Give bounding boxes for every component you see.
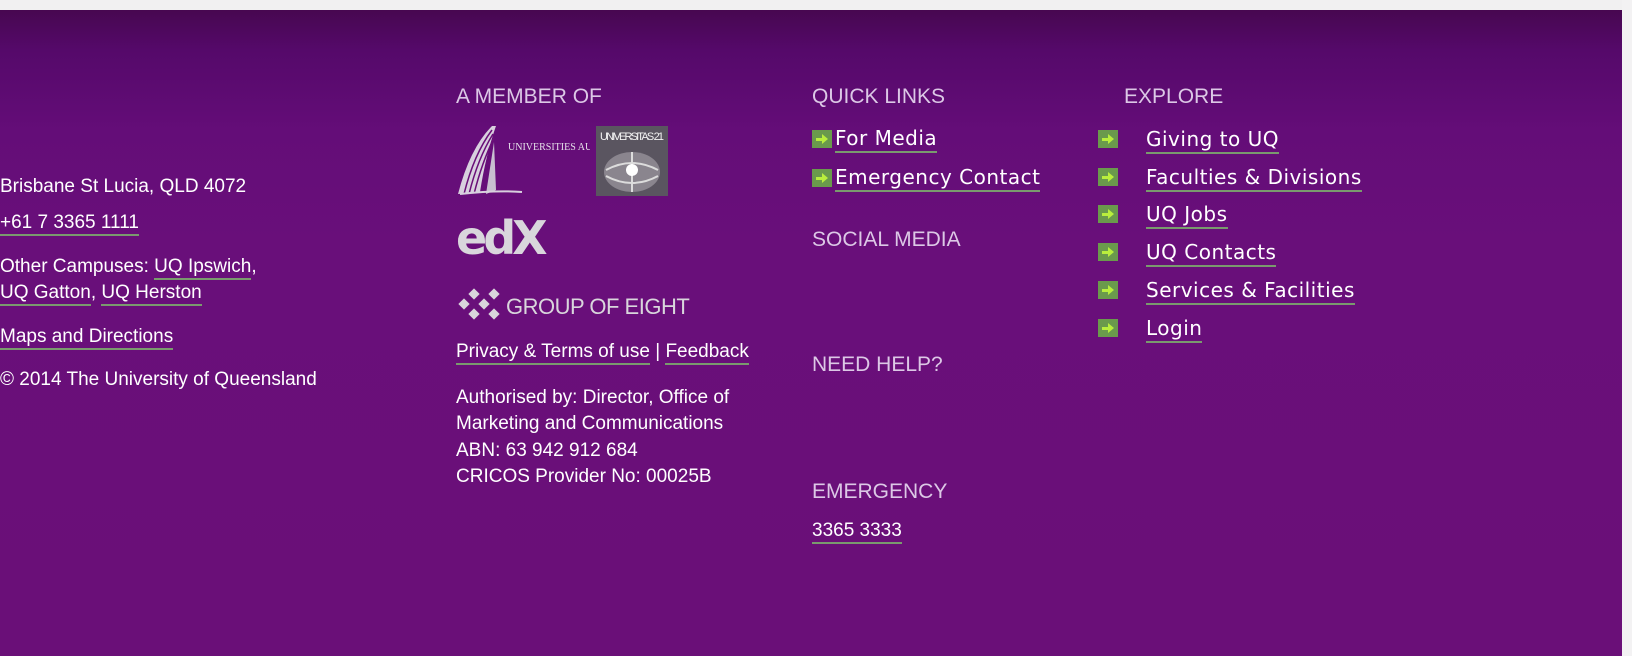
explore-heading: EXPLORE bbox=[1124, 85, 1224, 108]
emergency-heading: EMERGENCY bbox=[812, 480, 948, 503]
login-link[interactable]: Login bbox=[1146, 316, 1203, 343]
ua-logo-text: UNIVERSITIES AUSTRALIA bbox=[508, 142, 590, 153]
social-media-heading: SOCIAL MEDIA bbox=[812, 228, 961, 251]
top-strip bbox=[0, 0, 1632, 10]
phone-line: +61 7 3365 1111 bbox=[0, 210, 139, 236]
campus-ipswich-link[interactable]: UQ Ipswich bbox=[154, 256, 252, 280]
arrow-right-icon bbox=[1098, 243, 1118, 261]
go8-logo-text: GROUP OF EIGHT bbox=[506, 294, 689, 319]
universities-australia-logo[interactable]: UNIVERSITIES AUSTRALIA bbox=[456, 124, 590, 196]
cricos-line: CRICOS Provider No: 00025B bbox=[456, 466, 712, 487]
universitas-logo-text: UNIVERSITAS 21 bbox=[600, 131, 664, 143]
maps-directions-link[interactable]: Maps and Directions bbox=[0, 326, 174, 350]
explore-item: Giving to UQ bbox=[1146, 126, 1279, 154]
uq-contacts-link[interactable]: UQ Contacts bbox=[1146, 240, 1277, 267]
authorised-line-1: Authorised by: Director, Office of bbox=[456, 387, 730, 408]
quick-links-heading: QUICK LINKS bbox=[812, 85, 946, 108]
maps-line: Maps and Directions bbox=[0, 324, 174, 350]
for-media-link[interactable]: For Media bbox=[835, 126, 938, 153]
universitas-21-logo[interactable]: UNIVERSITAS 21 bbox=[596, 126, 668, 196]
arrow-right-icon bbox=[1098, 168, 1118, 186]
other-campuses-line-2: UQ Gatton, UQ Herston bbox=[0, 280, 202, 306]
arrow-right-icon bbox=[1098, 281, 1118, 299]
arrow-right-icon bbox=[1098, 205, 1118, 223]
campus-gatton-link[interactable]: UQ Gatton bbox=[0, 282, 91, 306]
privacy-feedback-line: Privacy & Terms of use | Feedback bbox=[456, 339, 749, 365]
need-help-heading: NEED HELP? bbox=[812, 353, 943, 376]
site-footer bbox=[0, 10, 1622, 656]
feedback-link[interactable]: Feedback bbox=[665, 341, 749, 365]
arrow-right-icon bbox=[812, 169, 832, 187]
services-facilities-link[interactable]: Services & Facilities bbox=[1146, 278, 1355, 305]
campus-herston-link[interactable]: UQ Herston bbox=[101, 282, 202, 306]
emergency-contact-link[interactable]: Emergency Contact bbox=[835, 165, 1041, 192]
copyright: © 2014 The University of Queensland bbox=[0, 369, 317, 390]
other-campuses-label: Other Campuses: bbox=[0, 256, 155, 277]
phone-link[interactable]: +61 7 3365 1111 bbox=[0, 212, 139, 236]
other-campuses-line: Other Campuses: UQ Ipswich, bbox=[0, 254, 257, 280]
quick-link-item: For Media bbox=[812, 126, 938, 153]
arrow-right-icon bbox=[812, 130, 832, 148]
right-strip bbox=[1622, 0, 1632, 656]
edx-logo-text: edX bbox=[456, 212, 547, 260]
abn-line: ABN: 63 942 912 684 bbox=[456, 440, 638, 461]
explore-item: UQ Jobs bbox=[1146, 201, 1228, 229]
emergency-number-line: 3365 3333 bbox=[812, 518, 902, 544]
explore-item: Faculties & Divisions bbox=[1146, 164, 1362, 192]
emergency-number-link[interactable]: 3365 3333 bbox=[812, 520, 902, 544]
explore-item: Services & Facilities bbox=[1146, 277, 1355, 305]
faculties-divisions-link[interactable]: Faculties & Divisions bbox=[1146, 165, 1362, 192]
explore-item: Login bbox=[1146, 315, 1203, 343]
explore-item: UQ Contacts bbox=[1146, 239, 1277, 267]
address-line: Brisbane St Lucia, QLD 4072 bbox=[0, 176, 247, 197]
arrow-right-icon bbox=[1098, 130, 1118, 148]
arrow-right-icon bbox=[1098, 319, 1118, 337]
uq-jobs-link[interactable]: UQ Jobs bbox=[1146, 202, 1228, 229]
link-separator: | bbox=[655, 341, 661, 362]
giving-to-uq-link[interactable]: Giving to UQ bbox=[1146, 127, 1279, 154]
quick-link-item: Emergency Contact bbox=[812, 165, 1041, 192]
privacy-terms-link[interactable]: Privacy & Terms of use bbox=[456, 341, 650, 365]
group-of-eight-logo[interactable]: GROUP OF EIGHT bbox=[456, 286, 692, 324]
authorised-line-2: Marketing and Communications bbox=[456, 413, 724, 434]
edx-logo[interactable]: edX bbox=[456, 212, 550, 260]
member-of-heading: A MEMBER OF bbox=[456, 85, 602, 108]
